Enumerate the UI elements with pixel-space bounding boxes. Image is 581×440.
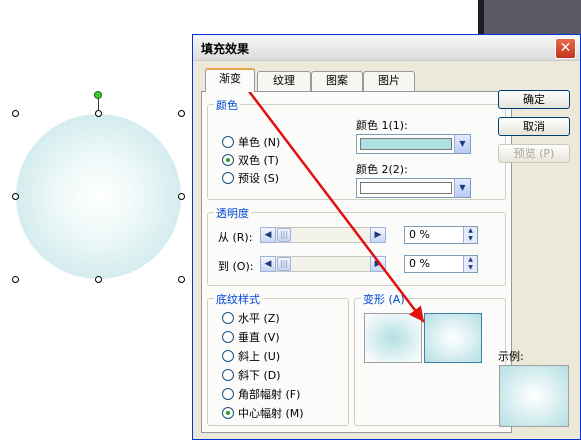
tab-gradient[interactable]: 渐变 bbox=[205, 68, 255, 92]
annotation-arrow-overlay bbox=[244, 85, 425, 323]
annotation-arrow-icon bbox=[244, 85, 425, 323]
tab-label: 渐变 bbox=[219, 72, 241, 85]
